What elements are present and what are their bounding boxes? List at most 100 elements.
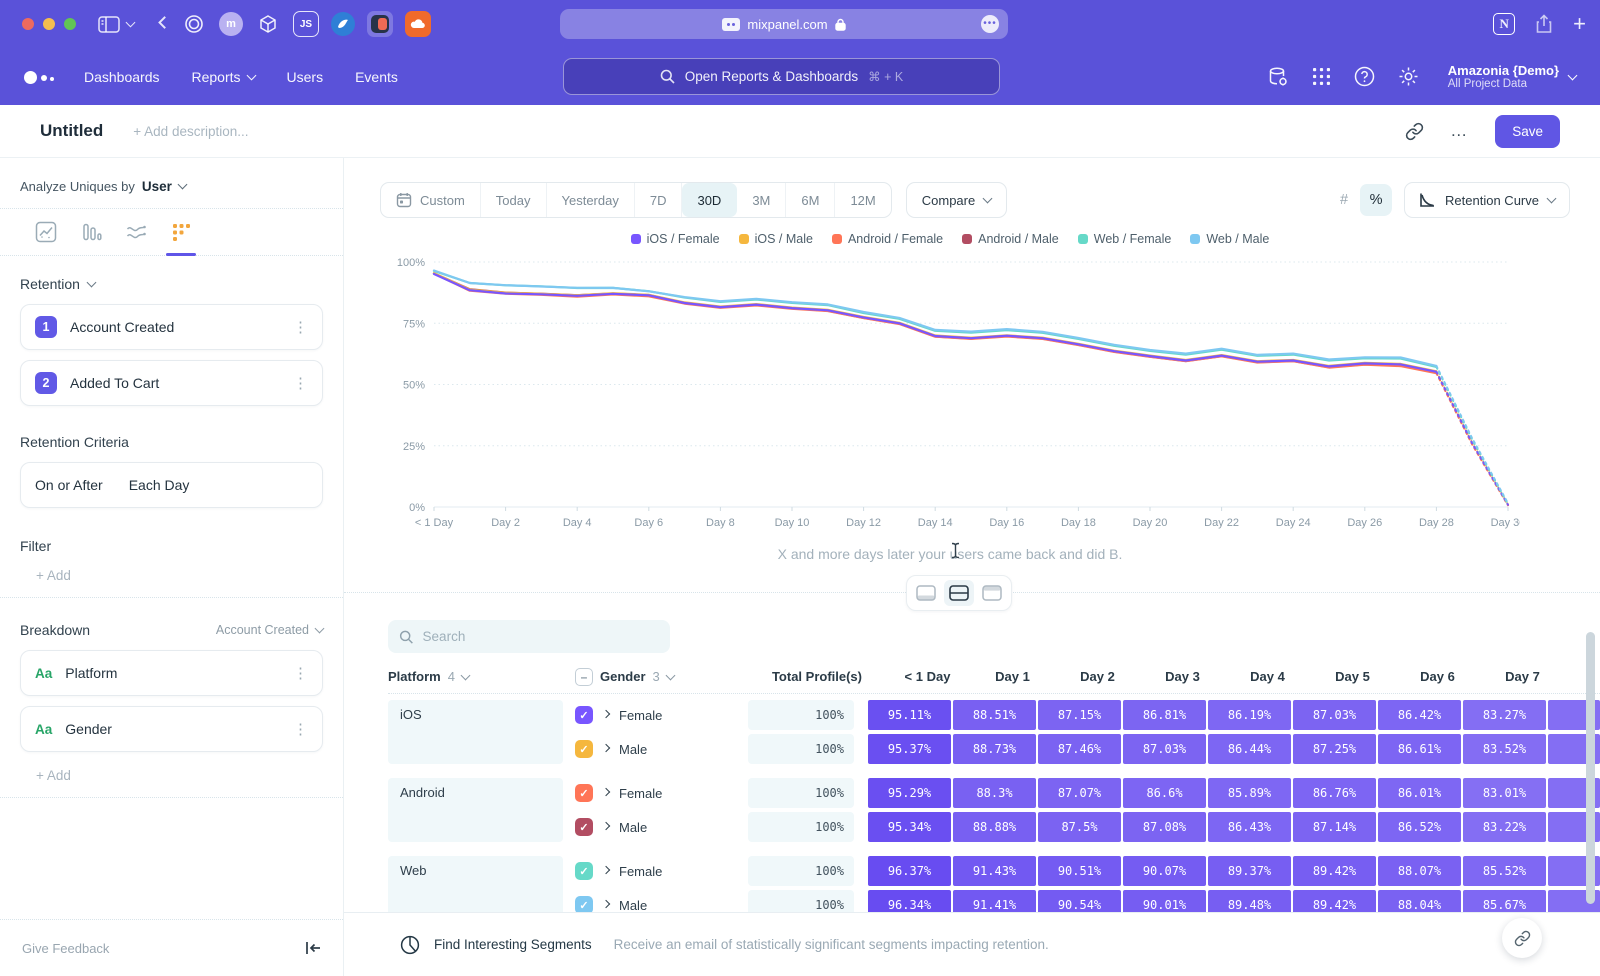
retention-cell[interactable]: 95.34% bbox=[868, 812, 951, 842]
nav-events[interactable]: Events bbox=[355, 69, 398, 85]
share-icon[interactable] bbox=[1535, 14, 1553, 34]
project-switcher[interactable]: Amazonia {Demo} All Project Data bbox=[1448, 63, 1576, 90]
series-checkbox[interactable]: ✓ bbox=[575, 818, 593, 836]
retention-cell[interactable]: 91.43% bbox=[953, 856, 1036, 886]
retention-step-2[interactable]: 2 Added To Cart ⋮ bbox=[20, 360, 323, 406]
help-icon[interactable] bbox=[1354, 66, 1375, 87]
view-selector-dropdown[interactable]: Retention Curve bbox=[1404, 182, 1570, 218]
step-options-icon[interactable]: ⋮ bbox=[293, 374, 308, 392]
close-window-button[interactable] bbox=[22, 18, 34, 30]
legend-item[interactable]: iOS / Female bbox=[631, 232, 720, 246]
range-12m[interactable]: 12M bbox=[835, 183, 890, 217]
retention-cell[interactable]: 83.22% bbox=[1463, 812, 1546, 842]
legend-item[interactable]: Web / Male bbox=[1190, 232, 1269, 246]
day-column-header[interactable]: Day 3 bbox=[1141, 669, 1224, 684]
retention-cell[interactable]: 86.6% bbox=[1123, 778, 1206, 808]
retention-cell[interactable]: 90.01% bbox=[1123, 890, 1206, 912]
range-7d[interactable]: 7D bbox=[635, 183, 683, 217]
retention-cell[interactable]: 86.42% bbox=[1378, 700, 1461, 730]
retention-criteria-selector[interactable]: On or After Each Day bbox=[20, 462, 323, 508]
extension-cube-icon[interactable] bbox=[255, 11, 281, 37]
total-profiles-header[interactable]: Total Profile(s) bbox=[760, 669, 872, 684]
retention-cell[interactable]: 90.51% bbox=[1038, 856, 1121, 886]
day-column-header[interactable]: < 1 Day bbox=[886, 669, 969, 684]
nav-dashboards[interactable]: Dashboards bbox=[84, 69, 160, 85]
retention-grid-icon[interactable] bbox=[169, 220, 193, 244]
retention-cell[interactable]: 95.29% bbox=[868, 778, 951, 808]
nav-users[interactable]: Users bbox=[287, 69, 324, 85]
retention-cell[interactable]: 87.03% bbox=[1123, 734, 1206, 764]
notion-extension-icon[interactable]: N bbox=[1493, 13, 1515, 35]
retention-cell[interactable]: 86.61% bbox=[1378, 734, 1461, 764]
retention-cell[interactable]: 85.52% bbox=[1463, 856, 1546, 886]
retention-cell[interactable]: 89.42% bbox=[1293, 890, 1376, 912]
breakdown-options-icon[interactable]: ⋮ bbox=[293, 720, 308, 738]
series-checkbox[interactable]: ✓ bbox=[575, 706, 593, 724]
retention-cell[interactable]: 86.76% bbox=[1293, 778, 1376, 808]
range-30d[interactable]: 30D bbox=[682, 183, 737, 217]
more-options-icon[interactable]: … bbox=[1450, 121, 1469, 141]
retention-cell[interactable]: 87.07% bbox=[1038, 778, 1121, 808]
report-title[interactable]: Untitled bbox=[40, 121, 103, 141]
flow-chart-icon[interactable] bbox=[124, 220, 148, 244]
format-percent[interactable]: % bbox=[1360, 184, 1392, 216]
expand-row-icon[interactable] bbox=[602, 787, 610, 795]
retention-cell[interactable]: 83.01% bbox=[1463, 778, 1546, 808]
global-search[interactable]: Open Reports & Dashboards ⌘ + K bbox=[563, 58, 1000, 95]
retention-cell[interactable]: 86.52% bbox=[1378, 812, 1461, 842]
series-checkbox[interactable]: ✓ bbox=[575, 784, 593, 802]
platform-cell[interactable]: Web bbox=[388, 856, 563, 912]
day-column-header[interactable]: Day 4 bbox=[1226, 669, 1309, 684]
retention-cell[interactable]: 95.37% bbox=[868, 734, 951, 764]
retention-cell[interactable]: 88.73% bbox=[953, 734, 1036, 764]
address-bar[interactable]: mixpanel.com ••• bbox=[560, 9, 1008, 39]
retention-cell[interactable]: 86.44% bbox=[1208, 734, 1291, 764]
retention-cell[interactable]: 90.54% bbox=[1038, 890, 1121, 912]
retention-cell[interactable]: 83.27% bbox=[1463, 700, 1546, 730]
retention-cell[interactable]: 86.19% bbox=[1208, 700, 1291, 730]
format-absolute[interactable]: # bbox=[1328, 184, 1360, 216]
data-management-icon[interactable] bbox=[1267, 66, 1289, 88]
retention-cell[interactable]: 88.51% bbox=[953, 700, 1036, 730]
compare-button[interactable]: Compare bbox=[906, 182, 1007, 218]
extension-bird-icon[interactable] bbox=[331, 12, 355, 36]
retention-cell[interactable]: 89.48% bbox=[1208, 890, 1291, 912]
day-column-header[interactable]: Day 5 bbox=[1311, 669, 1394, 684]
retention-cell[interactable]: 87.46% bbox=[1038, 734, 1121, 764]
table-search[interactable] bbox=[388, 620, 670, 653]
day-column-header[interactable]: Day 1 bbox=[971, 669, 1054, 684]
legend-item[interactable]: Android / Female bbox=[832, 232, 943, 246]
legend-item[interactable]: iOS / Male bbox=[739, 232, 813, 246]
retention-cell[interactable]: 87.14% bbox=[1293, 812, 1376, 842]
maximize-window-button[interactable] bbox=[64, 18, 76, 30]
expand-row-icon[interactable] bbox=[602, 865, 610, 873]
mixpanel-logo-icon[interactable] bbox=[24, 65, 58, 89]
retention-cell[interactable]: 87.08% bbox=[1123, 812, 1206, 842]
extension-ring-icon[interactable] bbox=[181, 11, 207, 37]
retention-cell[interactable]: 89.37% bbox=[1208, 856, 1291, 886]
expand-row-icon[interactable] bbox=[602, 899, 610, 907]
range-custom[interactable]: Custom bbox=[381, 183, 481, 217]
platform-cell[interactable]: iOS bbox=[388, 700, 563, 764]
vertical-scrollbar[interactable] bbox=[1586, 632, 1595, 904]
find-segments-link[interactable]: Find Interesting Segments bbox=[434, 937, 592, 952]
retention-section-heading[interactable]: Retention bbox=[20, 276, 323, 292]
minimize-window-button[interactable] bbox=[43, 18, 55, 30]
retention-cell[interactable]: 96.37% bbox=[868, 856, 951, 886]
retention-cell[interactable]: 87.25% bbox=[1293, 734, 1376, 764]
share-link-fab[interactable] bbox=[1502, 918, 1542, 958]
retention-cell[interactable]: 88.3% bbox=[953, 778, 1036, 808]
retention-cell[interactable]: 87.5% bbox=[1038, 812, 1121, 842]
breakdown-platform[interactable]: Aa Platform ⋮ bbox=[20, 650, 323, 696]
retention-cell[interactable]: 88.88% bbox=[953, 812, 1036, 842]
bar-chart-icon[interactable] bbox=[79, 220, 103, 244]
day-column-header[interactable]: Day 2 bbox=[1056, 669, 1139, 684]
table-search-input[interactable] bbox=[423, 629, 659, 644]
expand-row-icon[interactable] bbox=[602, 743, 610, 751]
gender-column-header[interactable]: – Gender 3 bbox=[575, 668, 760, 686]
retention-step-1[interactable]: 1 Account Created ⋮ bbox=[20, 304, 323, 350]
retention-cell[interactable]: 96.34% bbox=[868, 890, 951, 912]
series-checkbox[interactable]: ✓ bbox=[575, 862, 593, 880]
back-icon[interactable] bbox=[160, 21, 169, 27]
select-all-checkbox[interactable]: – bbox=[575, 668, 593, 686]
